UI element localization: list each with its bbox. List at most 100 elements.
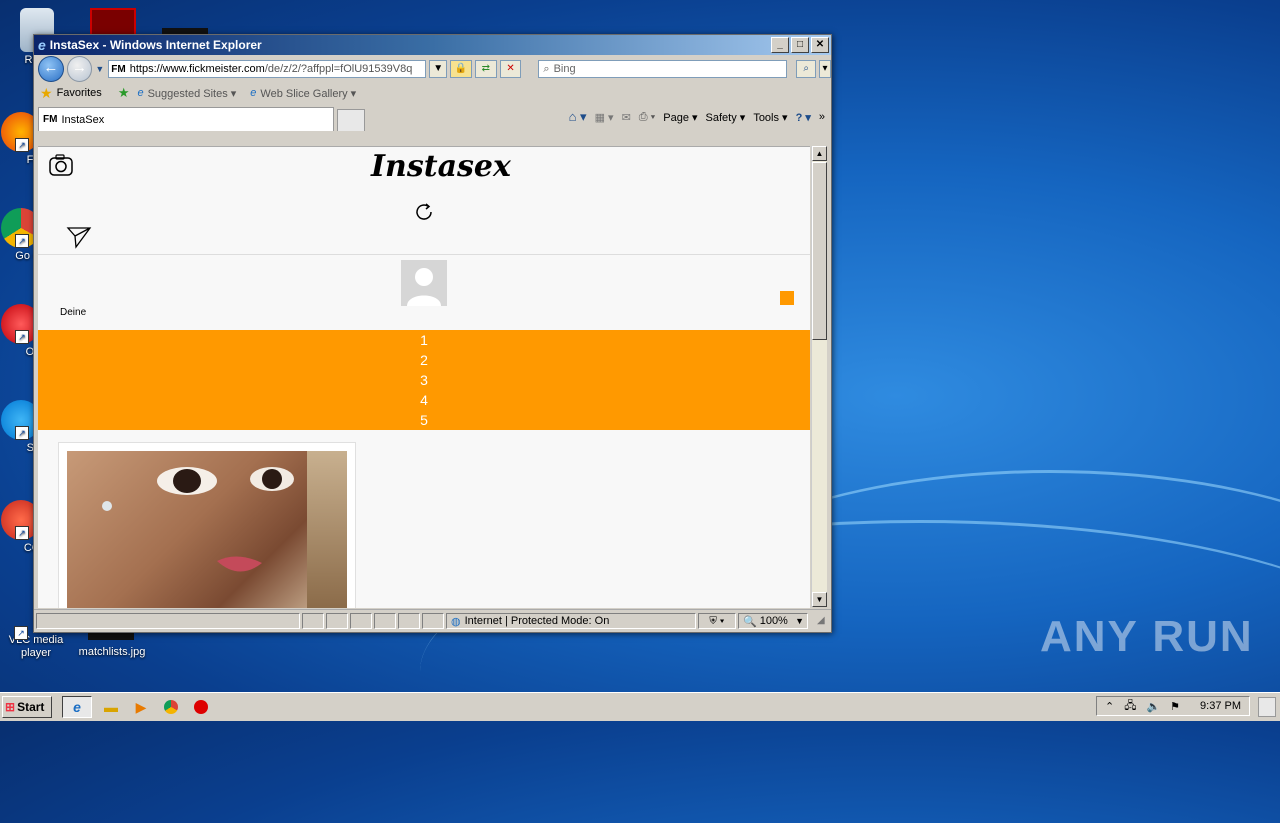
system-tray: ⌃ 🖧 🔈 ⚑ 9:37 PM [1095,696,1250,716]
web-slice-gallery-button[interactable]: Web Slice Gallery ▾ [260,87,356,100]
status-cell [302,613,324,629]
face-illustration [102,467,294,572]
taskbar-media-player[interactable]: ▶ [130,696,152,718]
scroll-thumb[interactable] [812,162,827,340]
ie-page-icon: e [137,87,144,99]
tools-menu[interactable]: Tools ▾ [753,111,787,124]
window-title: InstaSex - Windows Internet Explorer [49,38,262,52]
ie-logo-icon: e [73,699,81,715]
suggested-sites-button[interactable]: Suggested Sites ▾ [148,87,237,100]
minimize-button[interactable]: _ [771,37,789,53]
menu-item-4[interactable]: 4 [38,392,810,412]
status-cell [326,613,348,629]
desktop-icon-matchlists[interactable]: matchlists.jpg [76,646,148,659]
search-icon: ⌕ [543,62,550,75]
favorites-button[interactable]: Favorites [57,87,102,99]
globe-icon: ◍ [451,615,461,628]
image-file-icon [88,632,134,640]
menu-item-3[interactable]: 3 [38,372,810,392]
feeds-icon[interactable]: ▦ ▾ [595,111,614,124]
more-commands-button[interactable]: » [819,111,825,123]
address-bar[interactable]: FM https://www. fickmeister.com/de/z/2/?a… [108,60,427,78]
status-cell [374,613,396,629]
photo-card[interactable] [58,442,356,608]
navigation-bar: ← → ▼ FM https://www. fickmeister.com/de/… [34,55,831,83]
history-dropdown-icon[interactable]: ▼ [95,64,105,74]
volume-icon[interactable]: 🔈 [1146,700,1160,713]
taskbar-explorer[interactable]: ▬ [100,696,122,718]
menu-item-2[interactable]: 2 [38,352,810,372]
tab-instasex[interactable]: FM InstaSex [38,107,334,131]
show-hidden-icons-button[interactable]: ⌃ [1105,700,1114,713]
print-icon[interactable]: ⎙ ▾ [639,111,655,124]
vertical-scrollbar[interactable]: ▲ ▼ [811,146,827,607]
home-icon[interactable]: ⌂ ▾ [569,109,587,125]
shortcut-arrow-icon: ↗ [14,626,28,640]
shortcut-arrow-icon: ↗ [15,138,29,152]
add-favorite-icon[interactable]: ★ [118,85,130,101]
search-options-button[interactable]: ▾ [819,60,831,78]
refresh-icon[interactable]: ⇄ [474,60,497,78]
ie-page-icon: e [250,87,257,99]
site-logo[interactable]: Instasex [371,149,511,184]
page-header: Instasex [38,147,810,255]
shield-icon: ⛨ ▾ [709,615,725,627]
site-favicon: FM [43,114,58,125]
forward-button[interactable]: → [66,56,93,82]
title-bar[interactable]: e InstaSex - Windows Internet Explorer _… [34,35,831,55]
ie-window: e InstaSex - Windows Internet Explorer _… [33,34,832,633]
close-button[interactable]: ✕ [811,37,829,53]
back-button[interactable]: ← [38,56,64,82]
status-cell [422,613,444,629]
menu-item-5[interactable]: 5 [38,412,810,432]
site-favicon: FM [111,63,126,75]
mail-icon[interactable]: ✉ [622,111,631,124]
profile-photo[interactable] [67,451,347,608]
scroll-up-button[interactable]: ▲ [812,146,827,161]
start-button[interactable]: ⊞ Start [2,696,52,718]
lock-icon[interactable]: 🔒 [450,60,472,78]
status-bar: ◍ Internet | Protected Mode: On ⛨ ▾ 🔍 10… [34,609,831,632]
command-bar: ⌂ ▾ ▦ ▾ ✉ ⎙ ▾ Page ▾ Safety ▾ Tools ▾ ? … [569,109,825,125]
favorites-bar: ★ Favorites ★ e Suggested Sites ▾ e Web … [34,83,831,103]
show-desktop-button[interactable] [1258,697,1276,717]
avatar[interactable] [401,260,447,306]
anyrun-watermark: ANY RUN [1040,612,1254,661]
desktop-icon-vlc[interactable]: VLC media player [0,634,72,660]
chrome-icon [164,700,178,714]
safety-menu[interactable]: Safety ▾ [706,111,746,124]
search-button[interactable]: ⌕ [796,60,817,78]
action-center-flag-icon[interactable]: ⚑ [1170,700,1180,713]
shortcut-arrow-icon: ↗ [15,234,29,248]
taskbar-opera[interactable] [190,696,212,718]
search-input[interactable]: ⌕ Bing [538,60,788,78]
taskbar-chrome[interactable] [160,696,182,718]
windows-logo-icon: ⊞ [5,700,16,714]
security-zone[interactable]: ◍ Internet | Protected Mode: On [446,613,696,629]
taskbar: ⊞ Start e ▬ ▶ ⌃ 🖧 🔈 ⚑ 9:37 PM [0,692,1280,721]
menu-item-1[interactable]: 1 [38,332,810,352]
shortcut-arrow-icon: ↗ [15,526,29,540]
page-menu[interactable]: Page ▾ [663,111,697,124]
chevron-down-icon: ▼ [795,616,804,626]
maximize-button[interactable]: □ [791,37,809,53]
resize-grip-icon[interactable]: ◢ [817,615,829,627]
shortcut-arrow-icon: ↗ [15,426,29,440]
refresh-icon[interactable] [413,201,435,223]
menu-toggle-button[interactable] [780,291,794,305]
send-icon[interactable] [66,225,92,249]
network-icon[interactable]: 🖧 [1124,697,1136,716]
taskbar-internet-explorer[interactable]: e [62,696,92,718]
profile-label: Deine [60,307,87,318]
camera-icon[interactable] [48,153,74,177]
address-dropdown-button[interactable]: ▼ [429,60,448,78]
opera-icon [194,700,208,714]
zoom-button[interactable]: 🔍 100% ▼ [738,613,808,629]
clock[interactable]: 9:37 PM [1200,700,1241,712]
stop-icon[interactable]: ✕ [499,60,522,78]
favorites-star-icon: ★ [40,84,53,101]
help-icon[interactable]: ? ▾ [796,111,811,124]
protected-mode-button[interactable]: ⛨ ▾ [698,613,736,629]
scroll-down-button[interactable]: ▼ [812,592,827,607]
new-tab-button[interactable] [337,109,365,131]
